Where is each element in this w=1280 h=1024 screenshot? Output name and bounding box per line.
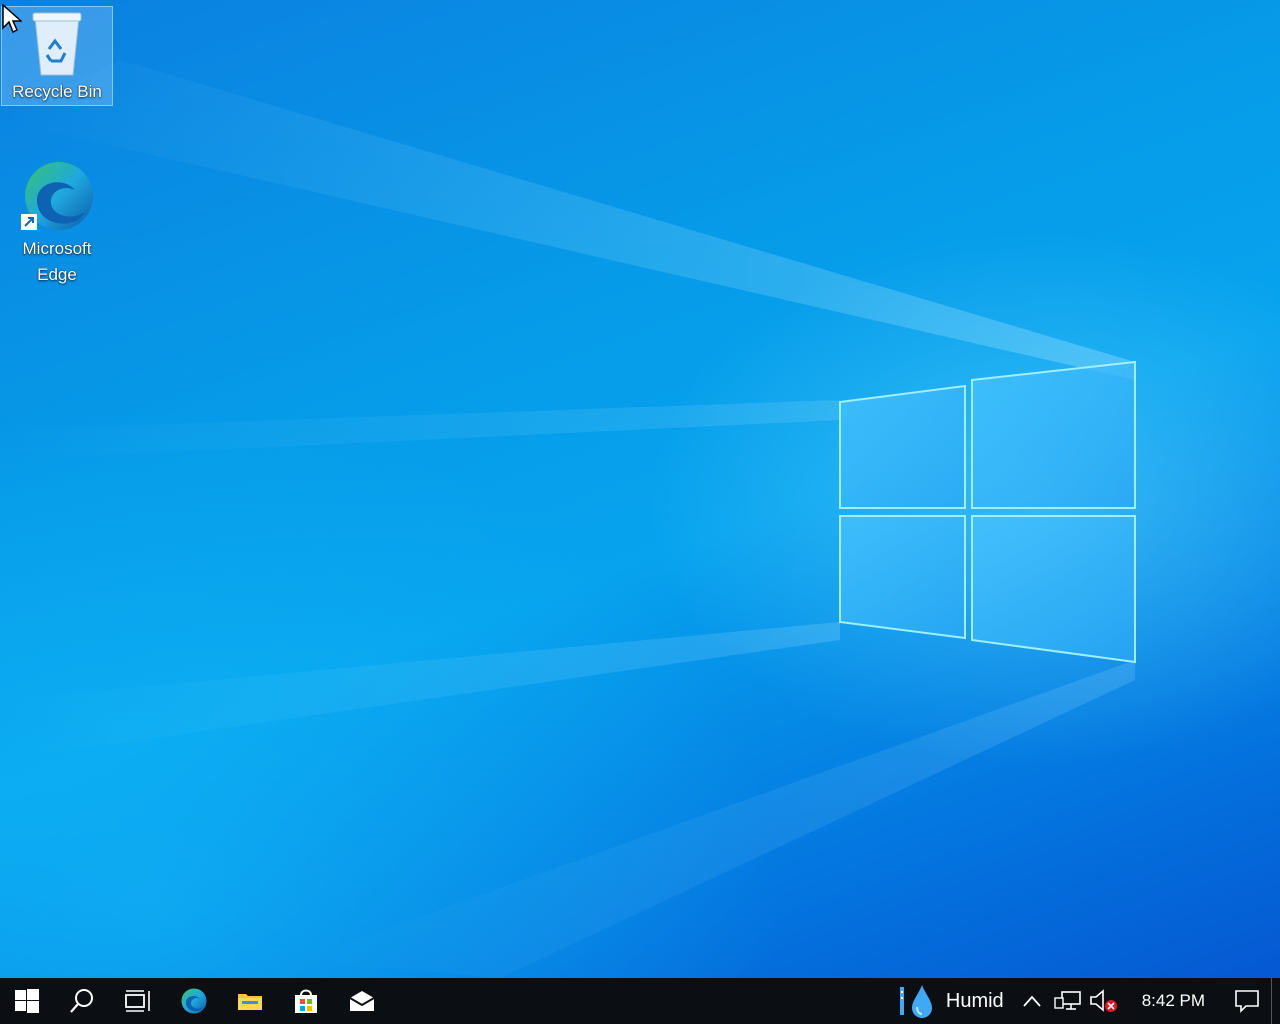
show-hidden-icons-button[interactable] (1014, 978, 1050, 1024)
windows-logo-icon (15, 989, 39, 1013)
clock[interactable]: 8:42 PM (1122, 991, 1223, 1011)
task-view-icon (125, 990, 150, 1012)
recycle-bin-label: Recycle Bin (12, 82, 102, 101)
search-button[interactable] (54, 978, 110, 1024)
show-desktop-button[interactable] (1271, 978, 1280, 1024)
chevron-up-icon (1023, 995, 1041, 1007)
system-tray: Humid 8:42 PM (898, 978, 1280, 1024)
windows-logo-wallpaper (839, 360, 1136, 664)
recycle-bin-icon (32, 12, 82, 76)
mail-icon (349, 991, 375, 1011)
network-status-button[interactable] (1050, 978, 1086, 1024)
network-icon (1053, 991, 1081, 1010)
weather-widget[interactable]: Humid (898, 978, 1014, 1024)
edge-icon (181, 988, 207, 1014)
start-button[interactable] (0, 978, 54, 1024)
store-button[interactable] (278, 978, 334, 1024)
wallpaper (0, 60, 1136, 978)
notification-icon (1235, 990, 1259, 1013)
mail-button[interactable] (334, 978, 390, 1024)
volume-muted-icon (1089, 989, 1117, 1012)
search-icon (70, 989, 93, 1013)
store-icon (295, 989, 317, 1013)
edge-taskbar-button[interactable] (166, 978, 222, 1024)
taskbar: Humid 8:42 PM (0, 978, 1280, 1024)
desktop[interactable]: Recycle Bin Microsoft Edge (0, 0, 1280, 978)
task-view-button[interactable] (110, 978, 166, 1024)
action-center-button[interactable] (1223, 978, 1271, 1024)
file-explorer-button[interactable] (222, 978, 278, 1024)
folder-icon (238, 994, 262, 1010)
edge-icon (21, 162, 93, 230)
edge-desktop-shortcut[interactable]: Microsoft Edge (1, 156, 113, 296)
mouse-cursor-icon (2, 4, 22, 34)
weather-text: Humid (945, 989, 1004, 1012)
raindrop-icon (899, 985, 932, 1018)
volume-button[interactable] (1086, 978, 1122, 1024)
edge-shortcut-label: Microsoft Edge (22, 239, 92, 284)
